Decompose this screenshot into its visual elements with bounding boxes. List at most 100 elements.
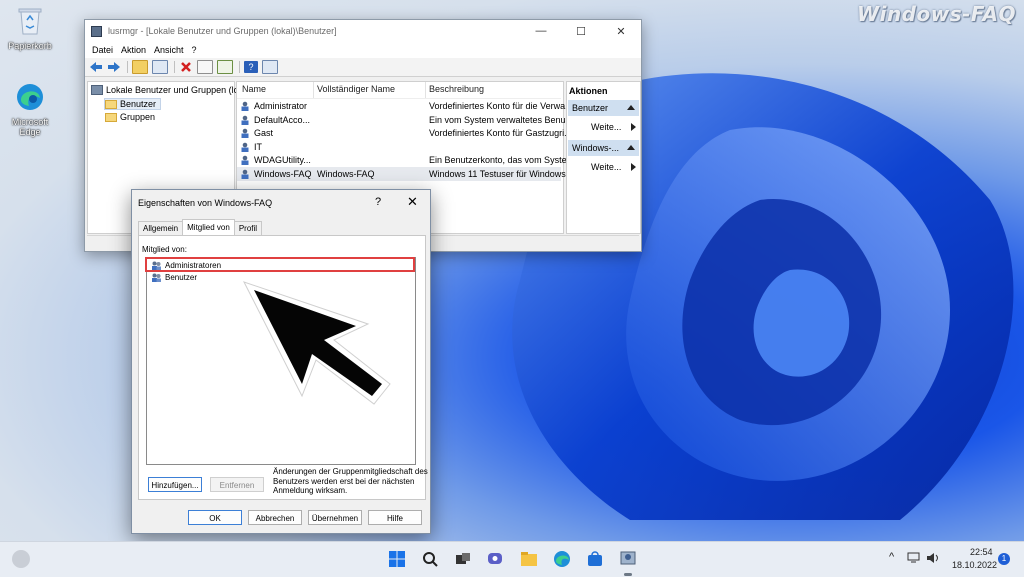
delete-icon[interactable] <box>179 61 193 73</box>
chat-icon[interactable] <box>487 550 505 568</box>
taskbar: ^ 22:54 18.10.2022 1 <box>0 541 1024 577</box>
tree-item-label: Benutzer <box>120 99 157 109</box>
dialog-title: Eigenschaften von Windows-FAQ <box>138 198 273 208</box>
tree-root[interactable]: Lokale Benutzer und Gruppen (lo <box>91 85 239 95</box>
collapse-up-icon <box>627 105 635 110</box>
user-icon <box>241 155 249 165</box>
weather-icon[interactable] <box>12 550 30 568</box>
tray-overflow-chevron-icon[interactable]: ^ <box>889 551 894 563</box>
toolbar-separator <box>174 61 175 73</box>
export-icon[interactable] <box>217 60 233 74</box>
search-icon[interactable] <box>421 550 439 568</box>
cell-name: Gast <box>254 128 274 138</box>
volume-icon[interactable] <box>926 552 940 566</box>
tree-item-gruppen[interactable]: Gruppen <box>105 112 155 122</box>
cell-name: WDAGUtility... <box>254 155 311 165</box>
actions-section-windows-faq[interactable]: Windows-... <box>568 140 639 156</box>
table-row[interactable]: Administrator Vordefiniertes Konto für di… <box>237 99 573 113</box>
add-button[interactable]: Hinzufügen... <box>148 477 202 492</box>
list-header: Name Vollständiger Name Beschreibung <box>237 82 561 99</box>
collapse-up-icon <box>627 145 635 150</box>
cell-description: Ein Benutzerkonto, das vom Syste... <box>429 155 575 165</box>
tree-item-benutzer[interactable]: Benutzer <box>104 98 162 110</box>
group-item-benutzer[interactable]: Benutzer <box>151 273 197 282</box>
window-titlebar[interactable]: lusrmgr - [Lokale Benutzer und Gruppen (… <box>85 20 641 42</box>
desktop-icon-edge[interactable]: Microsoft Edge <box>0 82 60 137</box>
apply-button[interactable]: Übernehmen <box>308 510 362 525</box>
actions-section-benutzer[interactable]: Benutzer <box>568 100 639 116</box>
app-icon <box>91 25 102 37</box>
desktop-icon-recycle-bin[interactable]: Papierkorb <box>0 6 60 51</box>
edge-icon <box>0 82 60 114</box>
submenu-arrow-icon <box>631 163 636 171</box>
table-row[interactable]: Windows-FAQ Windows-FAQ Windows 11 Testuse… <box>237 166 566 181</box>
up-folder-icon[interactable] <box>132 60 148 74</box>
dialog-close-button[interactable]: ✕ <box>407 194 418 210</box>
menu-aktion[interactable]: Aktion <box>121 45 146 55</box>
menu-bar: Datei Aktion Ansicht ? <box>85 42 641 58</box>
tab-allgemein[interactable]: Allgemein <box>138 221 184 236</box>
computer-icon <box>91 85 103 95</box>
task-view-icon[interactable] <box>454 550 472 568</box>
user-icon <box>241 115 249 125</box>
cell-name: Windows-FAQ <box>254 168 312 179</box>
maximize-button[interactable]: ☐ <box>561 25 601 38</box>
edge-icon[interactable] <box>553 550 571 568</box>
clock-date[interactable]: 18.10.2022 <box>952 560 997 570</box>
close-button[interactable]: ✕ <box>601 25 641 38</box>
tab-profil[interactable]: Profil <box>233 221 263 236</box>
remove-button[interactable]: Entfernen <box>210 477 264 492</box>
notification-badge[interactable]: 1 <box>998 553 1010 565</box>
tab-strip: Allgemein Mitglied von Profil <box>138 219 263 237</box>
store-icon[interactable] <box>586 550 604 568</box>
cell-name: IT <box>254 141 262 152</box>
explorer-icon[interactable] <box>520 550 538 568</box>
column-separator[interactable] <box>313 82 314 98</box>
desktop-icon-label: Papierkorb <box>8 41 52 51</box>
column-header-name[interactable]: Name <box>242 84 266 94</box>
user-icon <box>241 169 249 179</box>
table-row[interactable]: WDAGUtility... Ein Benutzerkonto, das vom… <box>237 153 574 167</box>
start-icon[interactable] <box>388 550 406 568</box>
window-title: lusrmgr - [Lokale Benutzer und Gruppen (… <box>108 26 337 36</box>
help-icon[interactable]: ? <box>244 61 258 73</box>
column-header-description[interactable]: Beschreibung <box>429 84 484 94</box>
section-title: Benutzer <box>572 103 609 113</box>
actions-pane: Aktionen Benutzer Weite... Windows-... W… <box>566 81 641 234</box>
menu-ansicht[interactable]: Ansicht <box>154 45 184 55</box>
desktop-icon-label: Microsoft Edge <box>11 117 49 137</box>
pointer-arrow-icon <box>242 281 391 405</box>
cancel-button[interactable]: Abbrechen <box>248 510 302 525</box>
cell-name: DefaultAcco... <box>254 114 311 125</box>
folder-icon <box>105 112 117 122</box>
toolbar: ? <box>85 58 641 77</box>
user-icon <box>241 101 249 111</box>
group-label: Benutzer <box>165 273 198 282</box>
lusrmgr-icon[interactable] <box>619 550 637 568</box>
table-row[interactable]: DefaultAcco... Ein vom System verwaltetes… <box>237 113 573 127</box>
cell-description: Ein vom System verwaltetes Benu... <box>429 114 574 125</box>
back-arrow-icon[interactable] <box>89 61 103 73</box>
menu-help[interactable]: ? <box>192 45 197 55</box>
user-icon <box>241 142 249 152</box>
table-row[interactable]: Gast Vordefiniertes Konto für Gastzugri..… <box>237 126 572 140</box>
properties-icon[interactable] <box>197 60 213 74</box>
help-button[interactable]: Hilfe <box>368 510 422 525</box>
forward-arrow-icon[interactable] <box>107 61 121 73</box>
dialog-help-button[interactable]: ? <box>375 196 381 208</box>
column-separator[interactable] <box>425 82 426 98</box>
table-row[interactable]: IT <box>237 140 561 154</box>
folder-icon <box>105 99 117 109</box>
clock-time[interactable]: 22:54 <box>970 547 993 557</box>
action-more-benutzer[interactable]: Weite... <box>591 122 636 132</box>
network-icon[interactable] <box>907 552 921 566</box>
member-of-label: Mitglied von: <box>142 245 187 254</box>
show-tree-icon[interactable] <box>152 60 168 74</box>
menu-datei[interactable]: Datei <box>92 45 113 55</box>
minimize-button[interactable]: — <box>521 25 561 38</box>
section-title: Windows-... <box>572 143 620 153</box>
show-action-pane-icon[interactable] <box>262 60 278 74</box>
column-header-full-name[interactable]: Vollständiger Name <box>317 84 395 94</box>
action-more-windows-faq[interactable]: Weite... <box>591 162 636 172</box>
ok-button[interactable]: OK <box>188 510 242 525</box>
